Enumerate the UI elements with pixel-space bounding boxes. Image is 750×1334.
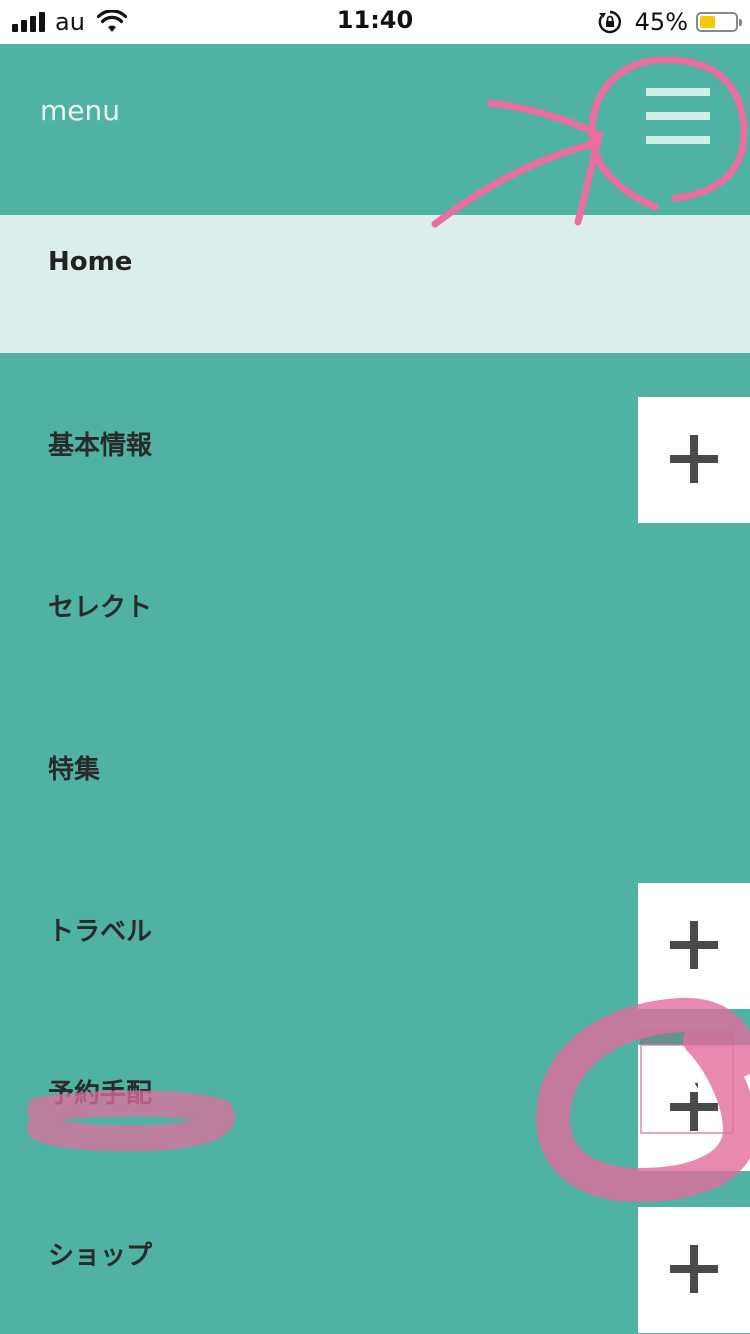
nav-item-label: トラベル [48, 917, 153, 947]
rotation-lock-icon [598, 10, 621, 34]
expand-plus-icon[interactable] [638, 883, 750, 1009]
nav-item-label: 基本情報 [48, 431, 153, 461]
status-bar: au 11:40 45% [0, 0, 750, 44]
nav-item-basic-info[interactable]: 基本情報 [0, 384, 750, 523]
expand-plus-icon[interactable] [638, 397, 750, 523]
scroll-to-top-button[interactable] [640, 1030, 734, 1134]
nav-item-home[interactable]: Home [0, 215, 750, 353]
nav-item-select[interactable]: セレクト [0, 546, 750, 672]
menu-title: menu [40, 94, 120, 127]
expand-plus-icon[interactable] [638, 1207, 750, 1333]
nav-item-travel[interactable]: トラベル [0, 870, 750, 1009]
nav-item-feature[interactable]: 特集 [0, 708, 750, 834]
nav-item-shop[interactable]: ショップ [0, 1194, 750, 1333]
battery-level [700, 16, 715, 28]
arrow-up-icon [676, 1072, 700, 1092]
nav-item-label: ショップ [48, 1241, 153, 1271]
nav-item-label: 特集 [48, 755, 101, 785]
battery-percent: 45% [634, 8, 688, 36]
nav-item-label: セレクト [48, 593, 153, 623]
nav-item-home-label: Home [48, 247, 133, 277]
hamburger-icon[interactable] [640, 84, 714, 150]
site-header: menu [0, 44, 750, 215]
nav-item-label: 予約手配 [48, 1079, 153, 1109]
battery-icon [696, 12, 742, 32]
nav-item-reservation[interactable]: 予約手配 [0, 1032, 750, 1171]
